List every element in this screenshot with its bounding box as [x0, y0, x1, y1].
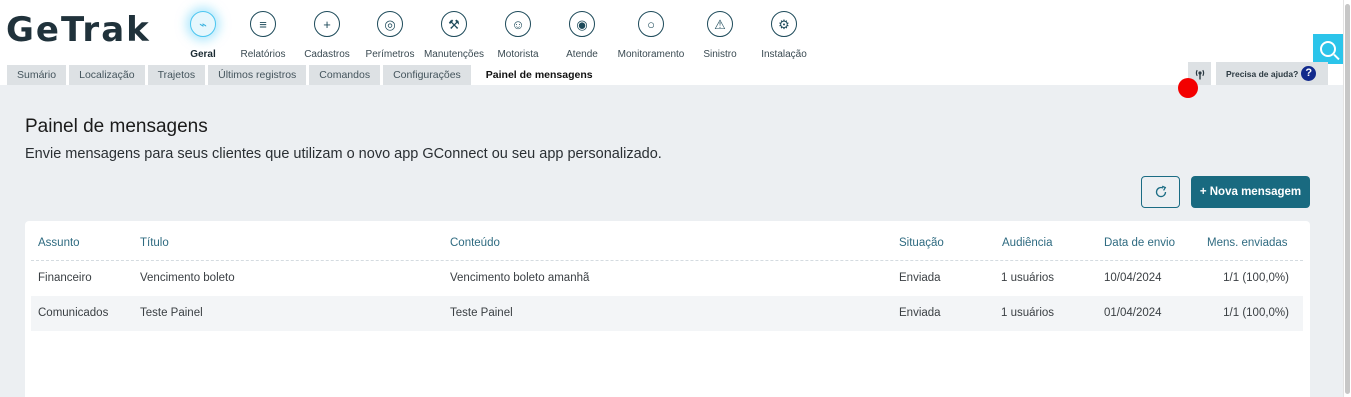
scrollbar-thumb[interactable] — [1345, 4, 1350, 394]
signal-icon — [1195, 69, 1204, 79]
module-label: Instalação — [761, 49, 807, 60]
cell-audiencia: 1 usuários — [1001, 272, 1055, 284]
messages-table-card: Assunto Título Conteúdo Situação Audiênc… — [25, 221, 1310, 397]
main-content: Painel de mensagens Envie mensagens para… — [0, 85, 1343, 397]
cell-situacao: Enviada — [899, 272, 941, 284]
search-icon — [1320, 41, 1336, 57]
column-header-audiencia[interactable]: Audiência — [1002, 237, 1053, 249]
driver-icon: ☺ — [505, 11, 531, 37]
cell-data-de-envio: 10/04/2024 — [1104, 272, 1162, 284]
wrench-icon: ⚒ — [441, 11, 467, 37]
cell-data-de-envio: 01/04/2024 — [1104, 307, 1162, 319]
monitoring-icon: ○ — [638, 11, 664, 37]
module-atende[interactable]: ◉ Atende — [549, 8, 615, 64]
question-icon: ? — [1301, 66, 1317, 81]
monitor-chart-icon: ⌁ — [190, 11, 216, 37]
table-row[interactable]: Financeiro Vencimento boleto Vencimento … — [31, 261, 1303, 296]
refresh-icon — [1155, 185, 1166, 198]
module-instalacao[interactable]: ⚙ Instalação — [751, 8, 817, 64]
column-header-mens-enviadas[interactable]: Mens. enviadas — [1207, 237, 1303, 249]
cell-assunto: Financeiro — [38, 272, 92, 284]
tab-ultimos-registros[interactable]: Últimos registros — [208, 65, 307, 85]
folder-add-icon: + — [314, 11, 340, 37]
tab-painel-de-mensagens[interactable]: Painel de mensagens — [473, 65, 605, 85]
report-icon: ≡ — [250, 11, 276, 37]
help-label: Precisa de ajuda? — [1226, 68, 1299, 79]
getrak-logo[interactable]: GeTrak — [6, 12, 151, 48]
cell-situacao: Enviada — [899, 307, 941, 319]
column-header-situacao[interactable]: Situação — [899, 237, 944, 249]
page-title: Painel de mensagens — [25, 116, 208, 137]
new-message-button[interactable]: + Nova mensagem — [1191, 176, 1310, 208]
cell-titulo: Vencimento boleto — [140, 272, 235, 284]
column-header-conteudo[interactable]: Conteúdo — [450, 237, 500, 249]
page-subtitle: Envie mensagens para seus clientes que u… — [25, 146, 662, 162]
target-icon: ◎ — [377, 11, 403, 37]
table-header: Assunto Título Conteúdo Situação Audiênc… — [25, 221, 1310, 266]
tab-localizacao[interactable]: Localização — [69, 65, 145, 85]
column-header-titulo[interactable]: Título — [140, 237, 169, 249]
tab-comandos[interactable]: Comandos — [309, 65, 381, 85]
notification-dot[interactable] — [1178, 78, 1198, 98]
alarm-icon: ⚠ — [707, 11, 733, 37]
cell-audiencia: 1 usuários — [1001, 307, 1055, 319]
module-monitoramento[interactable]: ○ Monitoramento — [618, 8, 684, 64]
top-bar: GeTrak ⌁ Geral ≡ Relatórios + Cadastros … — [0, 0, 1343, 65]
cell-titulo: Teste Painel — [140, 307, 203, 319]
cell-mens-enviadas: 1/1 (100,0%) — [1223, 307, 1289, 319]
tab-trajetos[interactable]: Trajetos — [147, 65, 206, 85]
tab-sumario[interactable]: Sumário — [7, 65, 67, 85]
page-scrollbar[interactable] — [1343, 0, 1351, 397]
tab-bar: Sumário Localização Trajetos Últimos reg… — [7, 65, 608, 85]
cell-mens-enviadas: 1/1 (100,0%) — [1223, 272, 1289, 284]
cell-conteudo: Teste Painel — [450, 307, 513, 319]
radar-icon: ◉ — [569, 11, 595, 37]
tab-configuracoes[interactable]: Configurações — [383, 65, 471, 85]
column-header-data-de-envio[interactable]: Data de envio — [1104, 237, 1175, 249]
column-header-assunto[interactable]: Assunto — [38, 237, 80, 249]
refresh-button[interactable] — [1141, 176, 1180, 208]
cell-assunto: Comunicados — [38, 307, 109, 319]
installer-icon: ⚙ — [771, 11, 797, 37]
table-row[interactable]: Comunicados Teste Painel Teste Painel En… — [31, 296, 1303, 331]
cell-conteudo: Vencimento boleto amanhã — [450, 272, 590, 284]
search-button[interactable] — [1313, 34, 1343, 64]
help-button[interactable]: Precisa de ajuda? ? — [1216, 62, 1328, 85]
